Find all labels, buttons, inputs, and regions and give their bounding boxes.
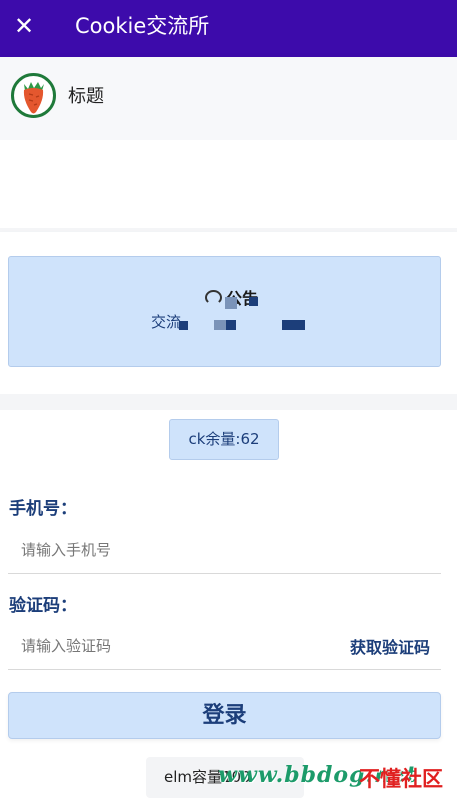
pixelation-block: [282, 320, 305, 330]
app-bar: ✕ Cookie交流所: [0, 0, 457, 57]
header-title: 标题: [68, 86, 104, 107]
pixelation-block: [225, 297, 237, 309]
blank-section: [0, 140, 457, 228]
code-field: 获取验证码: [8, 622, 441, 670]
login-button[interactable]: 登录: [8, 692, 441, 739]
notice-icon: [205, 290, 222, 305]
notice-section: 公告 交流: [0, 232, 457, 394]
pixelation-block: [226, 320, 236, 330]
notice-card: 公告 交流: [8, 256, 441, 367]
get-code-button[interactable]: 获取验证码: [350, 634, 430, 658]
close-icon[interactable]: ✕: [14, 11, 34, 41]
watermark-community: 不懂社区: [359, 767, 443, 791]
pixelation-block: [214, 320, 226, 330]
phone-label: 手机号：: [9, 499, 77, 519]
notice-body: 交流: [151, 313, 182, 331]
page-header: 标题: [0, 57, 457, 140]
code-label: 验证码：: [9, 596, 77, 616]
ck-remaining-badge: ck余量:62: [169, 419, 279, 460]
app-title: Cookie交流所: [75, 14, 210, 38]
pixelation-block: [179, 321, 188, 330]
code-input[interactable]: [19, 632, 323, 660]
phone-input[interactable]: [19, 536, 323, 564]
pixelation-block: [249, 297, 258, 306]
carrot-logo-icon: [11, 73, 56, 118]
divider: [0, 394, 457, 410]
phone-field: [8, 526, 441, 574]
